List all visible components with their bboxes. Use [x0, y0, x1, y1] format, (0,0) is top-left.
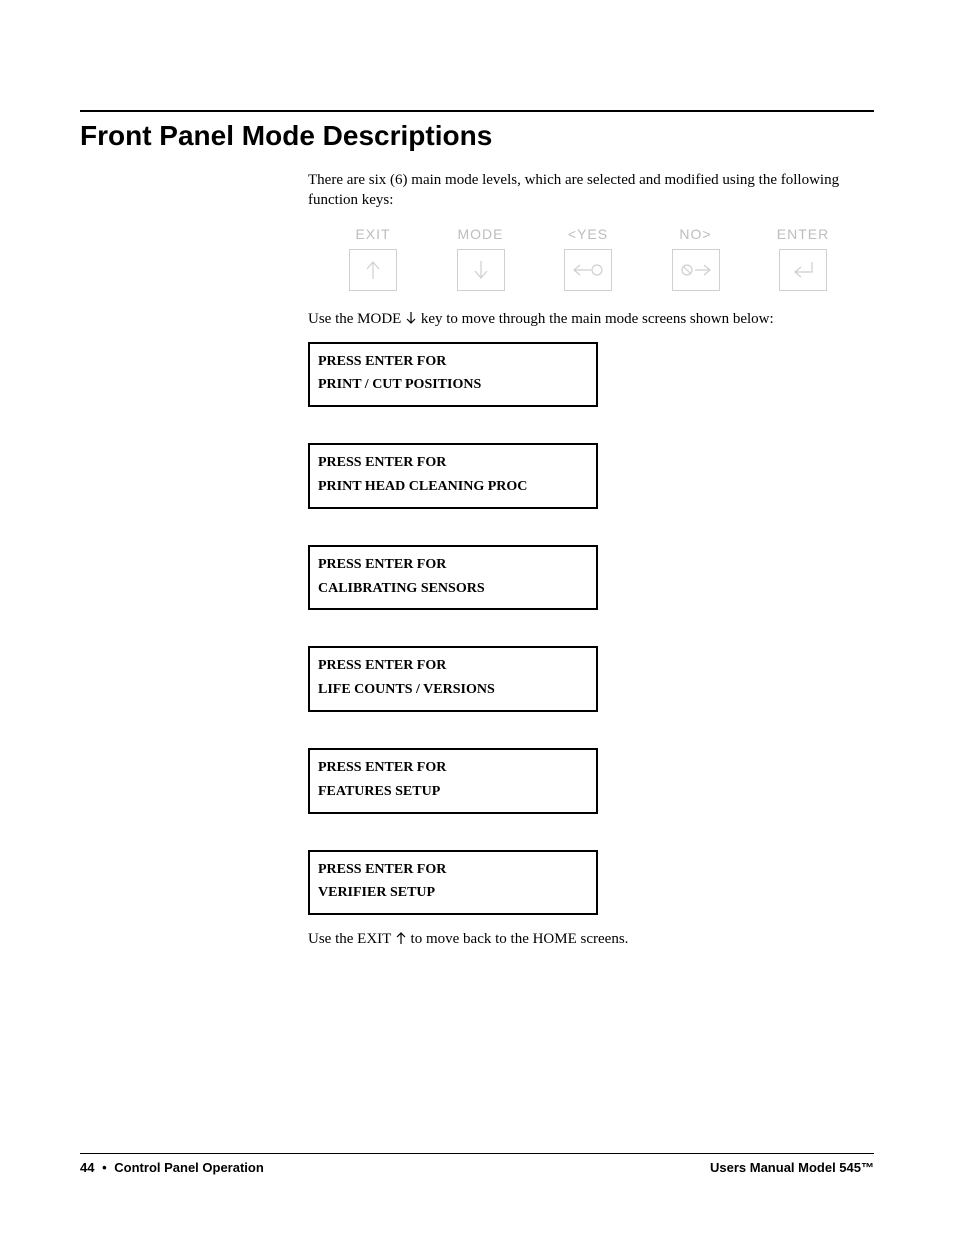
- mode-screen-line: PRESS ENTER FOR: [318, 451, 588, 475]
- page-footer: 44 • Control Panel Operation Users Manua…: [80, 1153, 874, 1175]
- arrow-up-icon: [362, 257, 384, 283]
- mode-screen: PRESS ENTER FOR CALIBRATING SENSORS: [308, 545, 598, 611]
- mode-screen-line: LIFE COUNTS / VERSIONS: [318, 678, 588, 702]
- mode-screen: PRESS ENTER FOR PRINT / CUT POSITIONS: [308, 342, 598, 408]
- function-key-buttons: [328, 249, 848, 291]
- mode-instruction-pre: Use the MODE: [308, 311, 405, 327]
- mode-screen: PRESS ENTER FOR VERIFIER SETUP: [308, 850, 598, 916]
- no-button[interactable]: [672, 249, 720, 291]
- key-label-exit: EXIT: [328, 225, 418, 244]
- footer-section: Control Panel Operation: [114, 1160, 264, 1175]
- arrow-down-icon: [405, 311, 417, 331]
- mode-screen: PRESS ENTER FOR FEATURES SETUP: [308, 748, 598, 814]
- footer-bullet: •: [98, 1160, 111, 1175]
- mode-screen-line: PRESS ENTER FOR: [318, 858, 588, 882]
- arrow-down-icon: [470, 257, 492, 283]
- page-number: 44: [80, 1160, 94, 1175]
- footer-right: Users Manual Model 545™: [710, 1160, 874, 1175]
- exit-instruction: Use the EXIT to move back to the HOME sc…: [308, 929, 868, 951]
- mode-screen-line: PRINT HEAD CLEANING PROC: [318, 475, 588, 499]
- key-label-no: NO>: [651, 225, 741, 244]
- return-icon: [788, 258, 818, 282]
- mode-screens: PRESS ENTER FOR PRINT / CUT POSITIONS PR…: [308, 342, 598, 916]
- mode-screen: PRESS ENTER FOR LIFE COUNTS / VERSIONS: [308, 646, 598, 712]
- exit-instruction-pre: Use the EXIT: [308, 931, 395, 947]
- mode-screen: PRESS ENTER FOR PRINT HEAD CLEANING PROC: [308, 443, 598, 509]
- arrow-up-icon: [395, 931, 407, 951]
- key-label-yes: <YES: [543, 225, 633, 244]
- arrow-left-circle-icon: [571, 259, 605, 281]
- mode-screen-line: VERIFIER SETUP: [318, 881, 588, 905]
- mode-instruction: Use the MODE key to move through the mai…: [308, 309, 868, 331]
- mode-screen-line: PRESS ENTER FOR: [318, 654, 588, 678]
- exit-instruction-block: Use the EXIT to move back to the HOME sc…: [308, 929, 868, 951]
- mode-screen-line: CALIBRATING SENSORS: [318, 577, 588, 601]
- body-column: There are six (6) main mode levels, whic…: [308, 170, 868, 332]
- footer-left: 44 • Control Panel Operation: [80, 1160, 264, 1175]
- exit-instruction-post: to move back to the HOME screens.: [411, 931, 629, 947]
- prohibit-arrow-right-icon: [679, 259, 713, 281]
- mode-screen-line: PRESS ENTER FOR: [318, 756, 588, 780]
- footer-row: 44 • Control Panel Operation Users Manua…: [80, 1160, 874, 1175]
- top-rule: [80, 110, 874, 112]
- mode-button[interactable]: [457, 249, 505, 291]
- key-label-mode: MODE: [436, 225, 526, 244]
- mode-screen-line: PRESS ENTER FOR: [318, 350, 588, 374]
- yes-button[interactable]: [564, 249, 612, 291]
- page-heading: Front Panel Mode Descriptions: [80, 120, 874, 152]
- intro-text: There are six (6) main mode levels, whic…: [308, 170, 868, 211]
- enter-button[interactable]: [779, 249, 827, 291]
- mode-screen-line: PRINT / CUT POSITIONS: [318, 373, 588, 397]
- key-label-enter: ENTER: [758, 225, 848, 244]
- function-key-labels: EXIT MODE <YES NO> ENTER: [328, 225, 848, 244]
- mode-screen-line: PRESS ENTER FOR: [318, 553, 588, 577]
- mode-instruction-post: key to move through the main mode screen…: [421, 311, 774, 327]
- footer-rule: [80, 1153, 874, 1154]
- page: Front Panel Mode Descriptions There are …: [0, 0, 954, 1235]
- mode-screen-line: FEATURES SETUP: [318, 780, 588, 804]
- exit-button[interactable]: [349, 249, 397, 291]
